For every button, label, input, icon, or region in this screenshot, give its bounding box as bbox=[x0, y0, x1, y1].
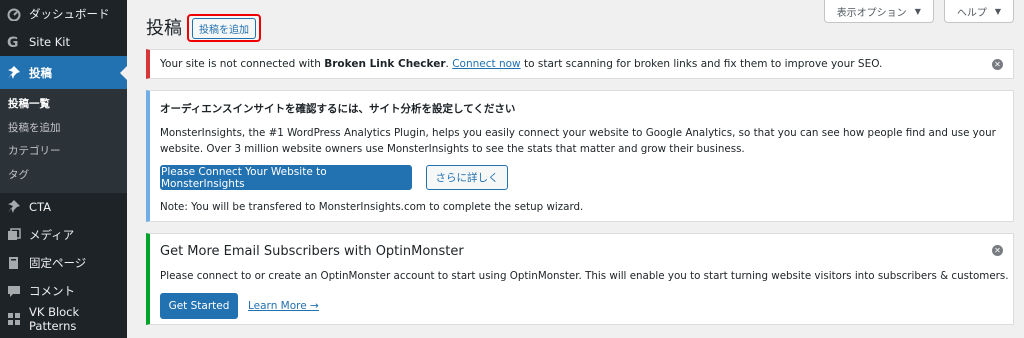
screen-meta-links: 表示オプション ▼ ヘルプ ▼ bbox=[823, 0, 1014, 23]
notice-message: Your site is not connected with Broken L… bbox=[160, 58, 882, 70]
submenu-categories[interactable]: カテゴリー bbox=[0, 140, 127, 164]
learn-more-button[interactable]: さらに詳しく bbox=[426, 165, 508, 190]
notice-description: Please connect to or create an OptinMons… bbox=[160, 270, 1009, 282]
notice-text: to start scanning for broken links and f… bbox=[520, 58, 883, 70]
optinmonster-notice: Get More Email Subscribers with OptinMon… bbox=[146, 233, 1014, 325]
submenu-add-post[interactable]: 投稿を追加 bbox=[0, 117, 127, 141]
menu-cta[interactable]: CTA bbox=[0, 193, 127, 221]
svg-text:G: G bbox=[7, 35, 19, 49]
menu-label: 投稿 bbox=[29, 65, 52, 80]
broken-link-notice: Your site is not connected with Broken L… bbox=[146, 49, 1014, 79]
site-kit-icon: G bbox=[7, 35, 21, 49]
help-label: ヘルプ bbox=[956, 7, 987, 19]
dismiss-icon[interactable]: ✕ bbox=[992, 245, 1003, 256]
notice-description: MonsterInsights, the #1 WordPress Analyt… bbox=[160, 127, 996, 155]
menu-label: ダッシュボード bbox=[29, 7, 110, 21]
admin-sidebar: ダッシュボード G Site Kit 投稿 投稿一覧 投稿を追加 カテゴリー タ… bbox=[0, 0, 127, 338]
get-started-button[interactable]: Get Started bbox=[160, 293, 238, 319]
menu-pages[interactable]: 固定ページ bbox=[0, 249, 127, 277]
caret-down-icon: ▼ bbox=[914, 6, 921, 16]
pin-icon bbox=[7, 65, 21, 80]
plugin-name: Broken Link Checker bbox=[324, 58, 446, 70]
menu-comments[interactable]: コメント bbox=[0, 277, 127, 305]
menu-label: メディア bbox=[29, 228, 75, 242]
notice-note: Note: You will be transfered to MonsterI… bbox=[160, 201, 584, 213]
grid-icon bbox=[7, 312, 21, 326]
page-title: 投稿 bbox=[146, 18, 182, 39]
menu-label: Site Kit bbox=[29, 35, 70, 49]
dismiss-icon[interactable]: ✕ bbox=[992, 59, 1003, 70]
menu-dashboard[interactable]: ダッシュボード bbox=[0, 0, 127, 28]
page-icon bbox=[7, 256, 21, 270]
posts-submenu: 投稿一覧 投稿を追加 カテゴリー タグ bbox=[0, 89, 127, 193]
add-new-highlight: 投稿を追加 bbox=[187, 14, 261, 42]
main-content: 投稿 投稿を追加 表示オプション ▼ ヘルプ ▼ Your site is no… bbox=[127, 0, 1024, 338]
caret-down-icon: ▼ bbox=[994, 6, 1001, 16]
notice-title: オーディエンスインサイトを確認するには、サイト分析を設定してください bbox=[160, 103, 516, 115]
comment-icon bbox=[7, 284, 21, 298]
monsterinsights-notice: オーディエンスインサイトを確認するには、サイト分析を設定してください Monst… bbox=[146, 90, 1014, 222]
submenu-all-posts[interactable]: 投稿一覧 bbox=[0, 93, 127, 117]
menu-label: CTA bbox=[29, 200, 52, 214]
pin-icon bbox=[7, 200, 21, 214]
menu-vk-block-patterns[interactable]: VK Block Patterns bbox=[0, 305, 127, 333]
notice-title: Get More Email Subscribers with OptinMon… bbox=[160, 244, 464, 259]
menu-site-kit[interactable]: G Site Kit bbox=[0, 28, 127, 56]
menu-media[interactable]: メディア bbox=[0, 221, 127, 249]
screen-options-label: 表示オプション bbox=[836, 7, 907, 19]
menu-posts[interactable]: 投稿 bbox=[0, 56, 127, 89]
menu-label: VK Block Patterns bbox=[29, 305, 80, 333]
help-tab[interactable]: ヘルプ ▼ bbox=[943, 0, 1014, 23]
connect-monsterinsights-button[interactable]: Please Connect Your Website to MonsterIn… bbox=[160, 165, 412, 190]
menu-label: 固定ページ bbox=[29, 256, 87, 270]
media-icon bbox=[7, 228, 21, 242]
learn-more-link[interactable]: Learn More → bbox=[248, 300, 319, 312]
menu-label: コメント bbox=[29, 284, 75, 298]
connect-now-link[interactable]: Connect now bbox=[452, 58, 520, 70]
dashboard-icon bbox=[7, 7, 21, 21]
screen-options-tab[interactable]: 表示オプション ▼ bbox=[823, 0, 934, 23]
notice-text: Your site is not connected with bbox=[160, 58, 325, 70]
submenu-tags[interactable]: タグ bbox=[0, 164, 127, 188]
add-new-button[interactable]: 投稿を追加 bbox=[192, 17, 256, 39]
